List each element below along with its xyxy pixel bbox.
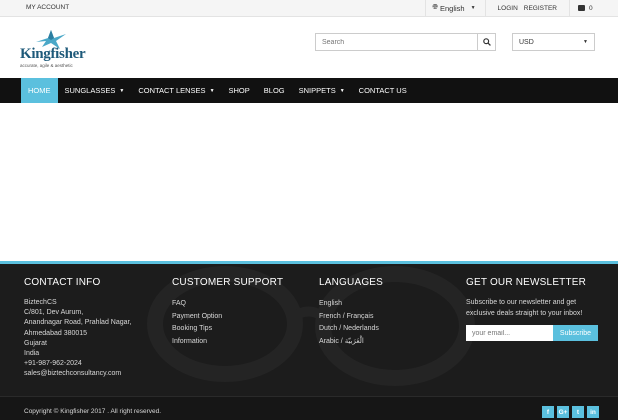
contact-line: Gujarat <box>24 339 47 347</box>
customer-support-column: CUSTOMER SUPPORT FAQ Payment Option Book… <box>172 277 283 348</box>
nav-item-home[interactable]: HOME <box>21 78 58 103</box>
support-link-information[interactable]: Information <box>172 336 283 349</box>
social-links: f G+ t in <box>539 406 599 418</box>
search-input[interactable] <box>316 34 477 50</box>
contact-line: Ahmedabad 380015 <box>24 329 88 337</box>
contact-line: India <box>24 350 40 358</box>
auth-links: LOGIN REGISTER <box>484 0 569 16</box>
top-bar: MY ACCOUNT 🌐︎ English ▼ LOGIN REGISTER 0 <box>0 0 618 17</box>
copyright-text: Copyright © Kingfisher 2017 . All right … <box>24 408 162 415</box>
chevron-down-icon: ▼ <box>583 39 588 45</box>
language-link-french[interactable]: French / Français <box>319 311 383 324</box>
cart-count: 0 <box>589 4 593 12</box>
my-account-link[interactable]: MY ACCOUNT <box>26 4 69 11</box>
newsletter-text: Subscribe to our newsletter and get excl… <box>466 299 583 317</box>
main-nav: HOME SUNGLASSES ▼ CONTACT LENSES ▼ SHOP BL… <box>0 78 618 103</box>
nav-label: HOME <box>28 86 51 95</box>
nav-label: BLOG <box>263 86 285 95</box>
linkedin-icon[interactable]: in <box>587 406 599 418</box>
nav-label: CONTACT LENSES <box>138 86 206 95</box>
logo[interactable]: Kingfisher accurate, agile & aesthetic <box>20 28 90 70</box>
globe-icon: 🌐︎ <box>432 4 438 11</box>
chevron-down-icon: ▼ <box>470 5 476 11</box>
nav-label: SUNGLASSES <box>64 86 116 95</box>
contact-line: BiztechCS <box>24 299 57 306</box>
currency-value: USD <box>519 38 534 46</box>
customer-support-heading: CUSTOMER SUPPORT <box>172 277 284 288</box>
contact-info-heading: CONTACT INFO <box>24 277 101 288</box>
chevron-down-icon: ▼ <box>119 87 125 94</box>
language-selector[interactable]: 🌐︎ English ▼ <box>425 0 484 16</box>
logo-tagline: accurate, agile & aesthetic <box>20 63 73 68</box>
newsletter-column: GET OUR NEWSLETTER Subscribe to our news… <box>466 277 606 341</box>
contact-line: C/801, Dev Aurum, <box>24 309 84 317</box>
language-link-english[interactable]: English <box>319 298 383 311</box>
contact-email[interactable]: sales@biztechconsultancy.com <box>24 369 131 379</box>
top-bar-right: 🌐︎ English ▼ LOGIN REGISTER 0 <box>425 0 618 16</box>
support-link-faq[interactable]: FAQ <box>172 298 283 311</box>
chevron-down-icon: ▼ <box>339 87 345 94</box>
currency-select[interactable]: USD ▼ <box>512 33 595 51</box>
search-button[interactable] <box>477 34 495 50</box>
login-link[interactable]: LOGIN <box>498 5 518 12</box>
logo-name: Kingfisher <box>20 46 86 62</box>
google-plus-icon[interactable]: G+ <box>557 406 569 418</box>
copyright-bar: Copyright © Kingfisher 2017 . All right … <box>0 396 618 420</box>
cart-button[interactable]: 0 <box>569 0 618 16</box>
nav-item-snippets[interactable]: SNIPPETS ▼ <box>292 78 352 103</box>
twitter-icon[interactable]: t <box>572 406 584 418</box>
languages-column: LANGUAGES English French / Français Dutc… <box>319 277 383 348</box>
search-icon <box>482 38 491 46</box>
search-box <box>315 33 496 51</box>
nav-label: CONTACT US <box>358 86 407 95</box>
language-label: English <box>439 3 465 13</box>
footer: CONTACT INFO BiztechCS C/801, Dev Aurum,… <box>0 261 618 420</box>
support-link-payment-option[interactable]: Payment Option <box>172 311 283 324</box>
nav-label: SHOP <box>228 86 250 95</box>
contact-phone: +91-987-962-2024 <box>24 360 82 368</box>
contact-line: Anandnagar Road, Prahlad Nagar, <box>24 319 132 327</box>
newsletter-email-input[interactable] <box>466 325 553 341</box>
facebook-icon[interactable]: f <box>542 406 554 418</box>
nav-item-shop[interactable]: SHOP <box>222 78 257 103</box>
contact-info-column: CONTACT INFO BiztechCS C/801, Dev Aurum,… <box>24 277 131 380</box>
nav-item-contact-us[interactable]: CONTACT US <box>352 78 414 103</box>
subscribe-button[interactable]: Subscribe <box>553 325 598 341</box>
newsletter-form: Subscribe <box>466 325 606 341</box>
nav-item-contact-lenses[interactable]: CONTACT LENSES ▼ <box>131 78 221 103</box>
nav-item-sunglasses[interactable]: SUNGLASSES ▼ <box>58 78 132 103</box>
nav-item-blog[interactable]: BLOG <box>257 78 292 103</box>
language-link-arabic[interactable]: Arabic / الْعَرَبيّة <box>319 336 383 349</box>
support-link-booking-tips[interactable]: Booking Tips <box>172 323 283 336</box>
cart-icon <box>578 5 585 11</box>
register-link[interactable]: REGISTER <box>524 5 557 12</box>
language-link-dutch[interactable]: Dutch / Nederlands <box>319 323 383 336</box>
chevron-down-icon: ▼ <box>209 87 215 94</box>
languages-heading: LANGUAGES <box>319 277 384 288</box>
newsletter-heading: GET OUR NEWSLETTER <box>466 277 587 288</box>
nav-label: SNIPPETS <box>298 86 336 95</box>
